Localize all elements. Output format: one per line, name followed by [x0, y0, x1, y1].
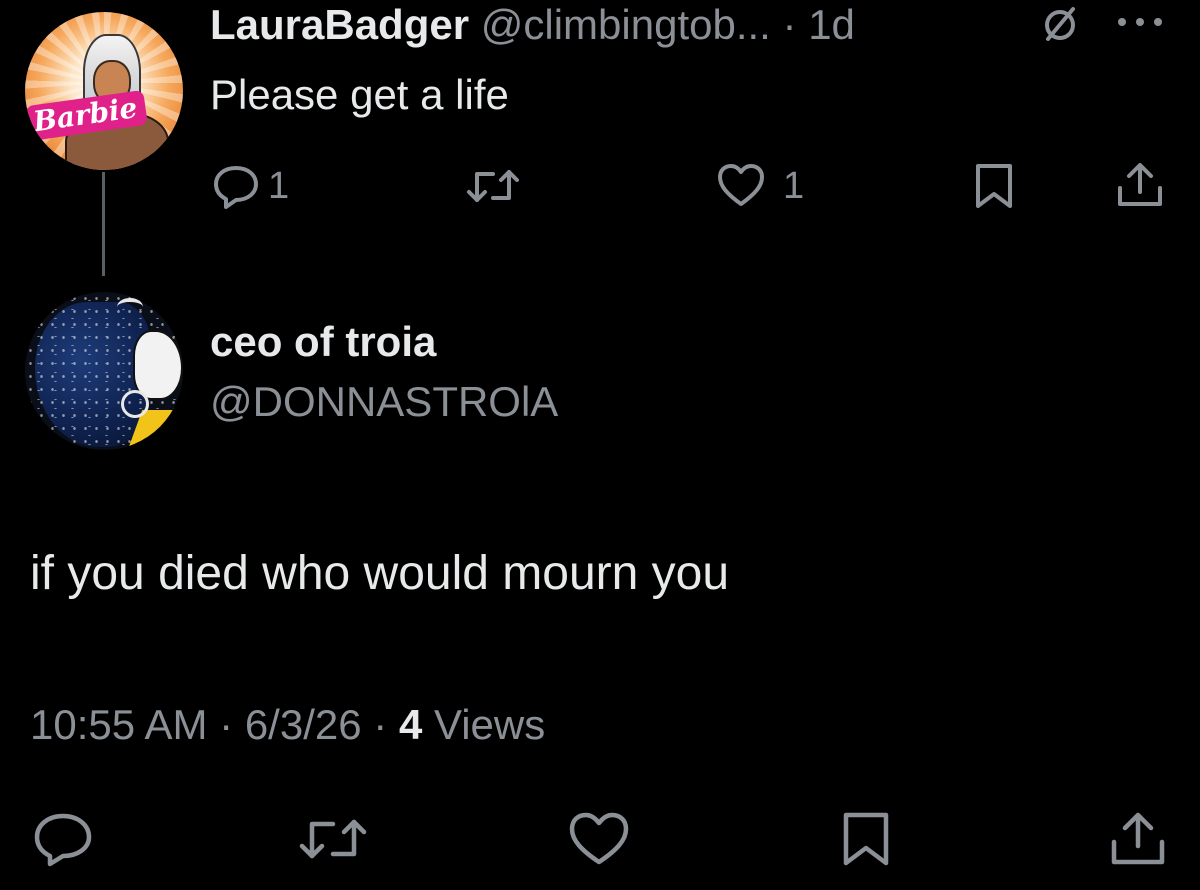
heart-icon [718, 164, 764, 206]
share-icon [1111, 812, 1165, 865]
views-count[interactable]: 4 [399, 701, 422, 748]
tweet-metadata: 10:55 AM · 6/3/26 · 4 Views [30, 700, 545, 750]
share-button[interactable] [1106, 810, 1170, 868]
parent-reply-button[interactable]: 1 [210, 160, 300, 212]
slashed-circle-icon[interactable] [1040, 4, 1080, 44]
laura-avatar[interactable]: Barbie [25, 12, 183, 170]
avatar-earring [121, 390, 149, 418]
retweet-icon [467, 170, 519, 202]
retweet-button[interactable] [295, 810, 371, 868]
parent-like-button[interactable]: 1 [715, 160, 815, 212]
main-author-handle[interactable]: @DONNASTROlA [210, 378, 558, 426]
parent-tweet-time[interactable]: 1d [808, 1, 855, 48]
meta-separator: · [219, 701, 234, 748]
reply-icon [34, 813, 92, 867]
parent-tweet-header: LauraBadger @climbingtob... · 1d [210, 0, 855, 50]
reply-button[interactable] [30, 810, 96, 868]
thread-connector [102, 172, 105, 276]
parent-retweet-button[interactable] [463, 160, 533, 212]
bookmark-button[interactable] [836, 810, 896, 868]
parent-reply-count: 1 [268, 165, 290, 207]
meta-separator: · [373, 701, 388, 748]
tweet-time[interactable]: 10:55 AM [30, 701, 207, 748]
heart-icon [569, 812, 629, 865]
more-dots-icon[interactable] [1112, 8, 1168, 34]
parent-like-count: 1 [783, 165, 805, 207]
main-author-name[interactable]: ceo of troia [210, 318, 436, 366]
like-button[interactable] [566, 810, 632, 868]
tweet-date[interactable]: 6/3/26 [245, 701, 362, 748]
retweet-icon [299, 819, 367, 859]
share-icon [1118, 163, 1162, 206]
parent-bookmark-button[interactable] [968, 160, 1020, 212]
bookmark-icon [843, 812, 889, 866]
header-separator: · [782, 1, 797, 48]
donna-avatar[interactable] [25, 292, 183, 450]
avatar-tiara [117, 298, 143, 316]
parent-share-button[interactable] [1112, 160, 1168, 212]
parent-author-name[interactable]: LauraBadger [210, 1, 469, 48]
main-tweet-text: if you died who would mourn you [30, 547, 730, 600]
reply-icon [214, 166, 258, 209]
parent-author-handle[interactable]: @climbingtob... [481, 1, 771, 48]
parent-tweet-text: Please get a life [210, 71, 509, 118]
bookmark-icon [976, 164, 1012, 208]
views-label[interactable]: Views [434, 701, 545, 748]
